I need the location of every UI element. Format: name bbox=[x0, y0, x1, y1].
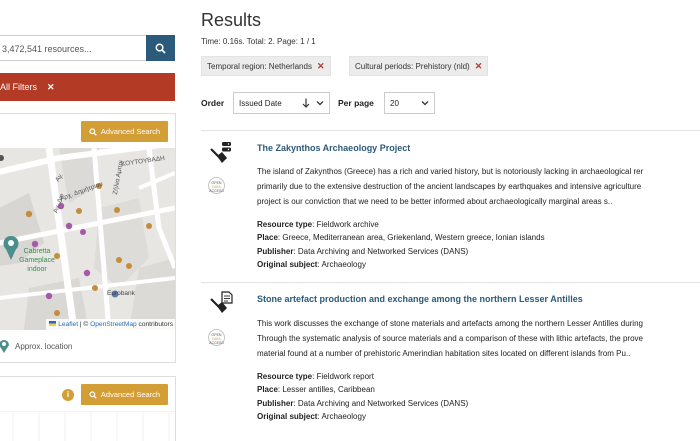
page-title: Results bbox=[201, 10, 262, 30]
search-button[interactable] bbox=[146, 35, 175, 61]
badge-text: ACCESS bbox=[209, 341, 224, 345]
result-description: This work discusses the exchange of ston… bbox=[257, 319, 643, 358]
advanced-search-button[interactable]: Advanced Search bbox=[81, 121, 168, 142]
active-filter-chip[interactable]: Temporal region: Netherlands ✕ bbox=[201, 56, 331, 76]
sort-descending-icon bbox=[302, 98, 310, 108]
per-page-value: 20 bbox=[390, 98, 399, 108]
meta-label: Resource type bbox=[257, 372, 313, 381]
map-marker-icon bbox=[0, 340, 9, 353]
order-select[interactable]: Issued Date bbox=[233, 92, 330, 114]
approx-location-label: Approx. location bbox=[15, 341, 73, 351]
meta-label: Original subject bbox=[257, 260, 318, 270]
ukraine-flag-icon bbox=[49, 321, 57, 327]
resource-type-value: Fieldwork archive bbox=[316, 220, 379, 229]
advanced-search-label: Advanced Search bbox=[100, 127, 161, 136]
search-icon bbox=[89, 390, 97, 399]
result-metadata: Resource type: Fieldwork report Place: L… bbox=[257, 372, 469, 422]
map-panel: Advanced Search Αγ. Αγ. Διο Αρχ. Δημήτρι… bbox=[0, 113, 176, 363]
search-icon bbox=[89, 127, 97, 136]
meta-label: Original subject bbox=[257, 412, 318, 422]
advanced-search-button-2[interactable]: Advanced Search bbox=[81, 384, 168, 405]
meta-label: Publisher bbox=[257, 246, 294, 256]
publisher-value: Data Archiving and Networked Services (D… bbox=[297, 246, 469, 256]
resource-type-value: Fieldwork report bbox=[316, 372, 374, 381]
info-icon[interactable]: i bbox=[62, 389, 74, 401]
subject-value: Archaeology bbox=[321, 260, 366, 270]
chevron-down-icon bbox=[316, 101, 324, 106]
results-stats: Time: 0.16s. Total: 2. Page: 1 / 1 bbox=[201, 37, 316, 46]
badge-text: ACCESS bbox=[209, 189, 224, 193]
leaflet-link[interactable]: Leaflet bbox=[58, 321, 78, 328]
attribution-suffix: contributors bbox=[138, 320, 173, 328]
search-placeholder: 3,472,541 resources... bbox=[2, 44, 92, 54]
openstreetmap-link[interactable]: OpenStreetMap bbox=[90, 321, 137, 328]
chart-grid bbox=[0, 411, 175, 441]
close-icon: ✕ bbox=[47, 82, 55, 92]
chevron-down-icon bbox=[421, 101, 429, 106]
result-title-link[interactable]: Stone artefact production and exchange a… bbox=[257, 294, 583, 304]
map-poi-label: Eurobank bbox=[107, 290, 135, 297]
meta-label: Resource type bbox=[257, 220, 313, 229]
meta-label: Place bbox=[257, 385, 278, 395]
second-filter-panel: i Advanced Search bbox=[0, 376, 176, 441]
clear-all-filters-button[interactable]: All Filters ✕ bbox=[0, 73, 175, 101]
attribution-separator: | © bbox=[79, 320, 89, 328]
map[interactable]: Αγ. Αγ. Διο Αρχ. Δημήτριου Ζήλια Αμιτρι … bbox=[0, 148, 175, 330]
divider bbox=[201, 130, 700, 131]
result-metadata: Resource type: Fieldwork archive Place: … bbox=[257, 220, 545, 270]
search-icon bbox=[155, 43, 166, 54]
open-access-badge: OPEN DATA ACCESS bbox=[208, 177, 225, 194]
order-value: Issued Date bbox=[239, 98, 282, 108]
search-input[interactable]: 3,472,541 resources... bbox=[0, 35, 146, 61]
meta-label: Place bbox=[257, 233, 278, 243]
map-poi-label: Cabretta Gameplace indoor bbox=[19, 248, 55, 273]
place-value: Lesser antilles, Caribbean bbox=[282, 385, 375, 395]
remove-filter-icon[interactable]: ✕ bbox=[317, 61, 325, 72]
filter-chip-label: Temporal region: Netherlands bbox=[207, 61, 312, 71]
publisher-value: Data Archiving and Networked Services (D… bbox=[297, 398, 469, 408]
order-label: Order bbox=[201, 98, 225, 108]
per-page-label: Per page bbox=[338, 98, 374, 108]
result-title-link[interactable]: The Zakynthos Archaeology Project bbox=[257, 143, 410, 153]
fieldwork-archive-icon bbox=[210, 142, 231, 163]
filters-label: All Filters bbox=[0, 82, 38, 92]
advanced-search-label: Advanced Search bbox=[100, 390, 161, 399]
result-description: The island of Zakynthos (Greece) has a r… bbox=[257, 167, 644, 206]
subject-value: Archaeology bbox=[321, 412, 366, 422]
remove-filter-icon[interactable]: ✕ bbox=[475, 61, 483, 72]
active-filter-chip[interactable]: Cultural periods: Prehistory (nld) ✕ bbox=[349, 56, 489, 76]
divider bbox=[201, 282, 700, 283]
map-attribution: Leaflet | © OpenStreetMap contributors bbox=[46, 319, 175, 330]
fieldwork-report-icon bbox=[210, 291, 233, 313]
approx-location-legend: Approx. location bbox=[0, 336, 72, 356]
meta-label: Publisher bbox=[257, 398, 294, 408]
open-access-badge: OPEN DATA ACCESS bbox=[208, 329, 225, 346]
place-value: Greece, Mediterranean area, Griekenland,… bbox=[282, 233, 545, 243]
per-page-select[interactable]: 20 bbox=[384, 92, 435, 114]
filter-chip-label: Cultural periods: Prehistory (nld) bbox=[355, 61, 470, 71]
